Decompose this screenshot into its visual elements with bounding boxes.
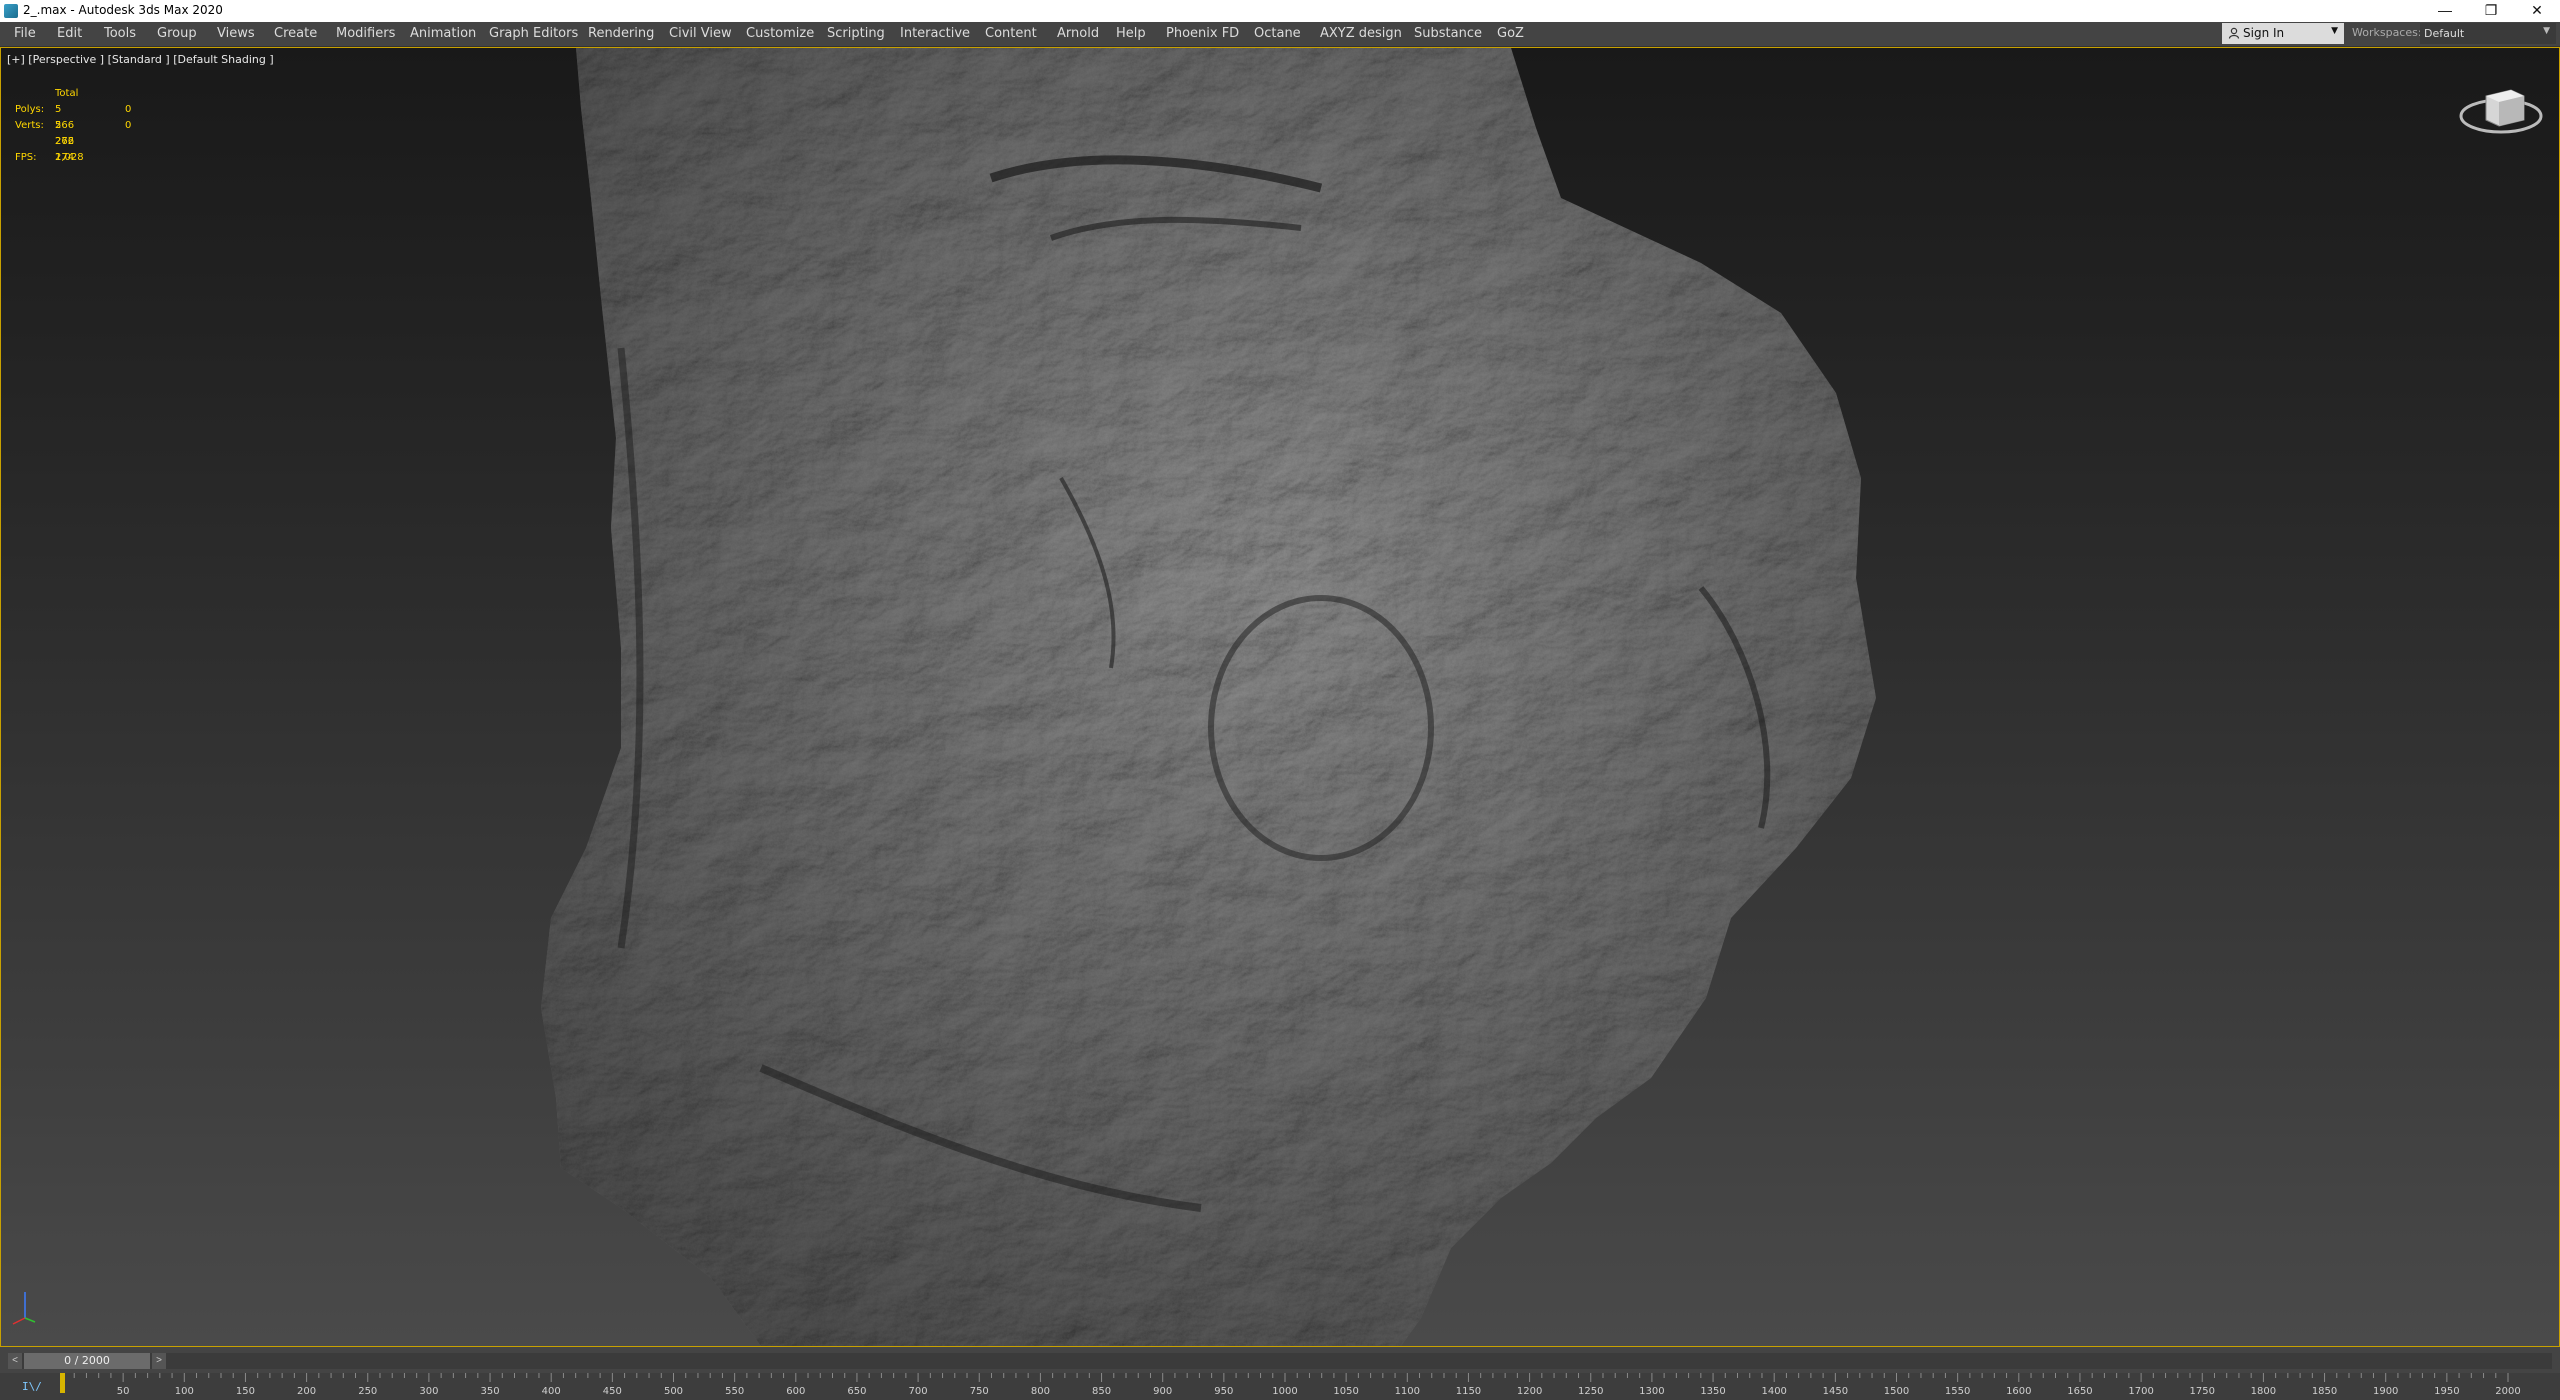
ruler-tick-label: 150 [236,1386,255,1397]
track-bar[interactable]: I\/ 50 100 150 200 250 300 350 400 450 500 550 600 6… [0,1373,2560,1400]
time-slider-track[interactable]: < 0 / 2000 > [8,1353,2552,1369]
ruler-tick-label: 650 [847,1386,866,1397]
verts-selected: 0 [125,120,132,131]
ruler-tick-label: 250 [358,1386,377,1397]
next-frame-button[interactable]: > [152,1353,166,1369]
ruler-tick-label: 450 [603,1386,622,1397]
perspective-viewport[interactable]: [+] [Perspective ] [Standard ] [Default … [0,47,2560,1347]
ruler-tick-label: 1850 [2312,1386,2337,1397]
ruler-tick-label: 1800 [2251,1386,2276,1397]
workspace-value: Default [2424,27,2465,40]
ruler-tick-label: 1450 [1823,1386,1848,1397]
menu-modifiers[interactable]: Modifiers [336,26,395,41]
rock-mesh [541,48,1876,1346]
ruler-tick-label: 900 [1153,1386,1172,1397]
ruler-tick-label: 500 [664,1386,683,1397]
ruler-tick-label: 1300 [1639,1386,1664,1397]
menu-octane[interactable]: Octane [1254,26,1301,41]
ruler-tick-label: 1750 [2190,1386,2215,1397]
ruler-tick-label: 1500 [1884,1386,1909,1397]
sign-in-label: Sign In [2243,26,2285,40]
menu-help[interactable]: Help [1116,26,1146,41]
ruler-tick-label: 950 [1214,1386,1233,1397]
polys-label: Polys: [15,104,45,115]
menu-animation[interactable]: Animation [410,26,476,41]
menu-tools[interactable]: Tools [104,26,136,41]
ruler-tick-label: 600 [786,1386,805,1397]
menu-goz[interactable]: GoZ [1497,26,1524,41]
menu-arnold[interactable]: Arnold [1057,26,1099,41]
menu-edit[interactable]: Edit [57,26,82,41]
window-title: 2_.max - Autodesk 3ds Max 2020 [23,3,223,17]
ruler-tick-label: 700 [909,1386,928,1397]
time-slider-handle[interactable]: 0 / 2000 [24,1353,150,1369]
frame-ruler: 50 100 150 200 250 300 350 400 450 500 550 600 650 70… [60,1373,2521,1397]
workspace-dropdown[interactable]: Default ▼ [2420,23,2556,44]
user-icon [2228,27,2240,39]
ruler-tick-label: 400 [542,1386,561,1397]
menu-civil-view[interactable]: Civil View [669,26,732,41]
ruler-tick-label: 1700 [2128,1386,2153,1397]
viewport-label[interactable]: [+] [Perspective ] [Standard ] [Default … [7,53,274,66]
chevron-down-icon: ▼ [2331,26,2338,36]
ruler-tick-label: 1100 [1395,1386,1420,1397]
menu-create[interactable]: Create [274,26,317,41]
ruler-tick-label: 50 [117,1386,130,1397]
ruler-tick-label: 200 [297,1386,316,1397]
ruler-tick-label: 350 [481,1386,500,1397]
menu-bar: File Edit Tools Group Views Create Modif… [0,22,2560,47]
ruler-tick-label: 750 [970,1386,989,1397]
ruler-tick-label: 1650 [2067,1386,2092,1397]
ruler-tick-label: 1900 [2373,1386,2398,1397]
close-button[interactable]: ✕ [2514,0,2560,22]
menu-phoenix-fd[interactable]: Phoenix FD [1166,26,1239,41]
ruler-tick-label: 1050 [1333,1386,1358,1397]
title-bar: 2_.max - Autodesk 3ds Max 2020 — ❐ ✕ [0,0,2560,22]
workspaces-label: Workspaces: [2352,26,2422,39]
timeline-panel: < 0 / 2000 > I\/ 50 100 150 200 250 300 350 400… [0,1347,2560,1400]
menu-substance[interactable]: Substance [1414,26,1482,41]
ruler-tick-label: 1400 [1761,1386,1786,1397]
fps-label: FPS: [15,152,37,163]
menu-axyz-design[interactable]: AXYZ design [1320,26,1402,41]
polys-selected: 0 [125,104,132,115]
ruler-tick-label: 850 [1092,1386,1111,1397]
menu-views[interactable]: Views [217,26,255,41]
verts-label: Verts: [15,120,44,131]
ruler-tick-label: 300 [419,1386,438,1397]
ruler-tick-label: 2000 [2495,1386,2520,1397]
menu-file[interactable]: File [14,26,36,41]
restore-button[interactable]: ❐ [2468,0,2514,22]
chevron-down-icon: ▼ [2543,26,2550,36]
ruler-tick-label: 1950 [2434,1386,2459,1397]
previous-frame-button[interactable]: < [8,1353,22,1369]
menu-graph-editors[interactable]: Graph Editors [489,26,578,41]
sign-in-button[interactable]: Sign In ▼ [2222,23,2344,44]
app-icon [4,4,18,18]
menu-interactive[interactable]: Interactive [900,26,970,41]
ruler-tick-label: 1350 [1700,1386,1725,1397]
current-frame-marker[interactable] [60,1373,65,1393]
ruler-tick-label: 1550 [1945,1386,1970,1397]
axis-tripod-icon [12,1292,36,1325]
ruler-tick-label: 1600 [2006,1386,2031,1397]
menu-scripting[interactable]: Scripting [827,26,885,41]
viewcube-icon[interactable] [2456,78,2546,138]
ruler-tick-label: 1250 [1578,1386,1603,1397]
menu-group[interactable]: Group [157,26,197,41]
ruler-tick-label: 1150 [1456,1386,1481,1397]
menu-customize[interactable]: Customize [746,26,814,41]
fps-value: 1,028 [55,152,84,163]
menu-content[interactable]: Content [985,26,1037,41]
ruler-tick-label: 1000 [1272,1386,1297,1397]
ruler-tick-label: 100 [175,1386,194,1397]
ruler-tick-label: 550 [725,1386,744,1397]
minimize-button[interactable]: — [2422,0,2468,22]
menu-rendering[interactable]: Rendering [588,26,654,41]
stats-header: Total [55,88,79,99]
ruler-tick-label: 1200 [1517,1386,1542,1397]
ruler-tick-label: 800 [1031,1386,1050,1397]
